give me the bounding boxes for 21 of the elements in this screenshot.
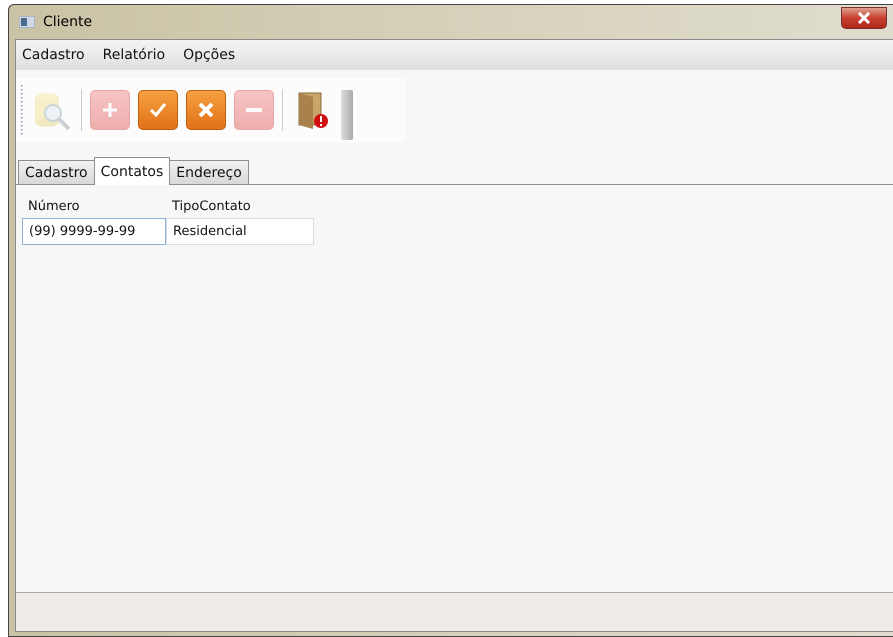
column-header[interactable]: Número (22, 195, 166, 218)
menu-item[interactable]: Cadastro (22, 47, 85, 63)
column-header[interactable]: TipoContato (166, 195, 314, 218)
minus-icon (234, 90, 274, 130)
confirm-button[interactable] (138, 90, 178, 130)
close-icon (857, 12, 871, 24)
menu-item[interactable]: Opções (183, 47, 236, 63)
x-icon (186, 90, 226, 130)
check-icon (138, 90, 178, 130)
grip-icon (20, 84, 23, 136)
window-icon (19, 16, 35, 28)
table-cell[interactable]: Residencial (166, 218, 314, 245)
cancel-button[interactable] (186, 90, 226, 130)
plus-icon (90, 90, 130, 130)
close-button[interactable] (841, 7, 887, 29)
tab[interactable]: Cadastro (18, 160, 95, 184)
tab[interactable]: Endereço (169, 160, 249, 184)
table-cell[interactable]: (99) 9999-99-99 (22, 218, 166, 245)
tab[interactable]: Contatos (94, 157, 170, 185)
menu-item[interactable]: Relatório (102, 47, 166, 63)
window-title: Cliente (43, 14, 92, 30)
